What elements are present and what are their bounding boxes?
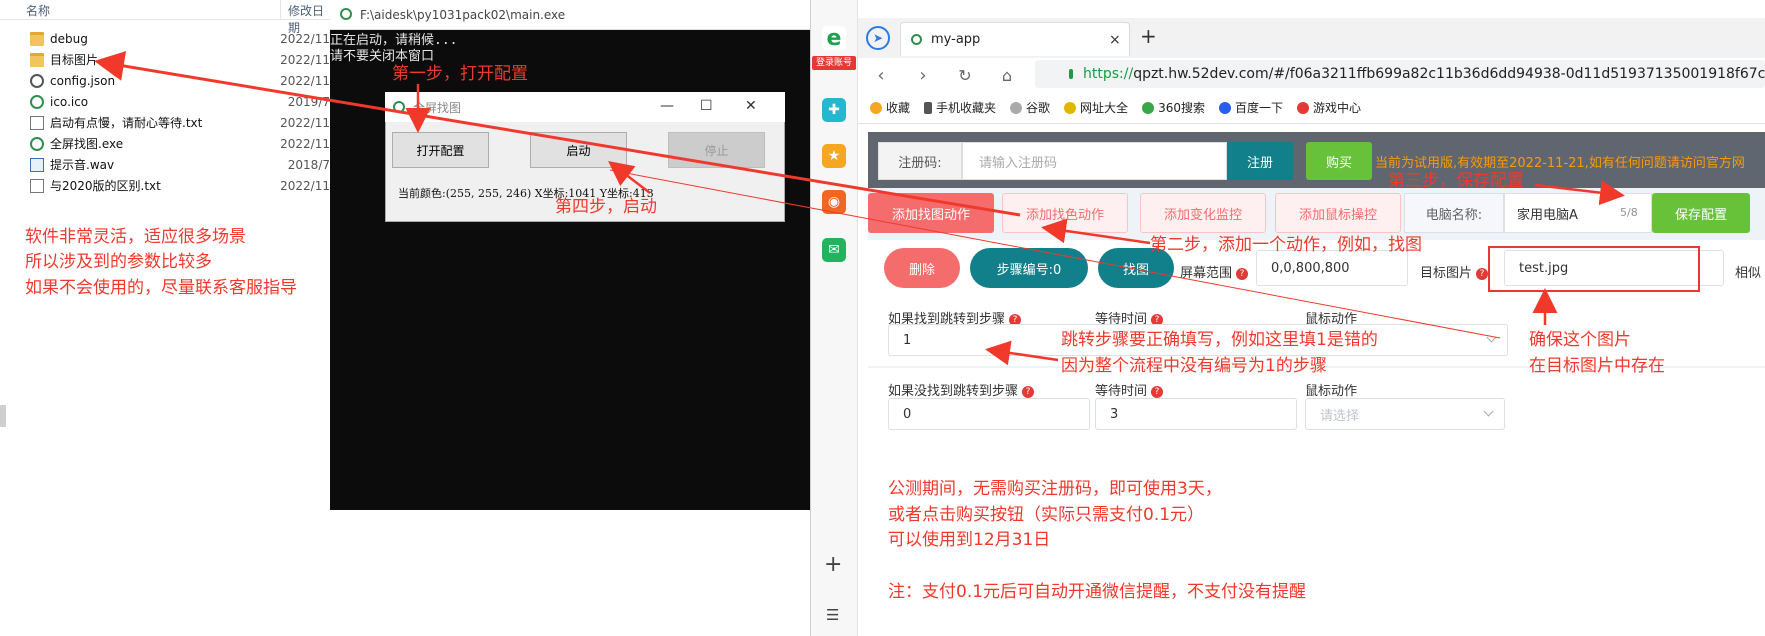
arrow-to-if-found	[985, 340, 1059, 366]
arrow-to-target-folder	[94, 51, 1021, 217]
annotation-arrows	[94, 51, 1625, 366]
arrow-to-start	[608, 160, 651, 194]
thin-pointer-line	[609, 169, 1501, 339]
arrow-to-add-find-image	[1041, 218, 1151, 245]
arrow-to-save-config	[1534, 180, 1625, 206]
